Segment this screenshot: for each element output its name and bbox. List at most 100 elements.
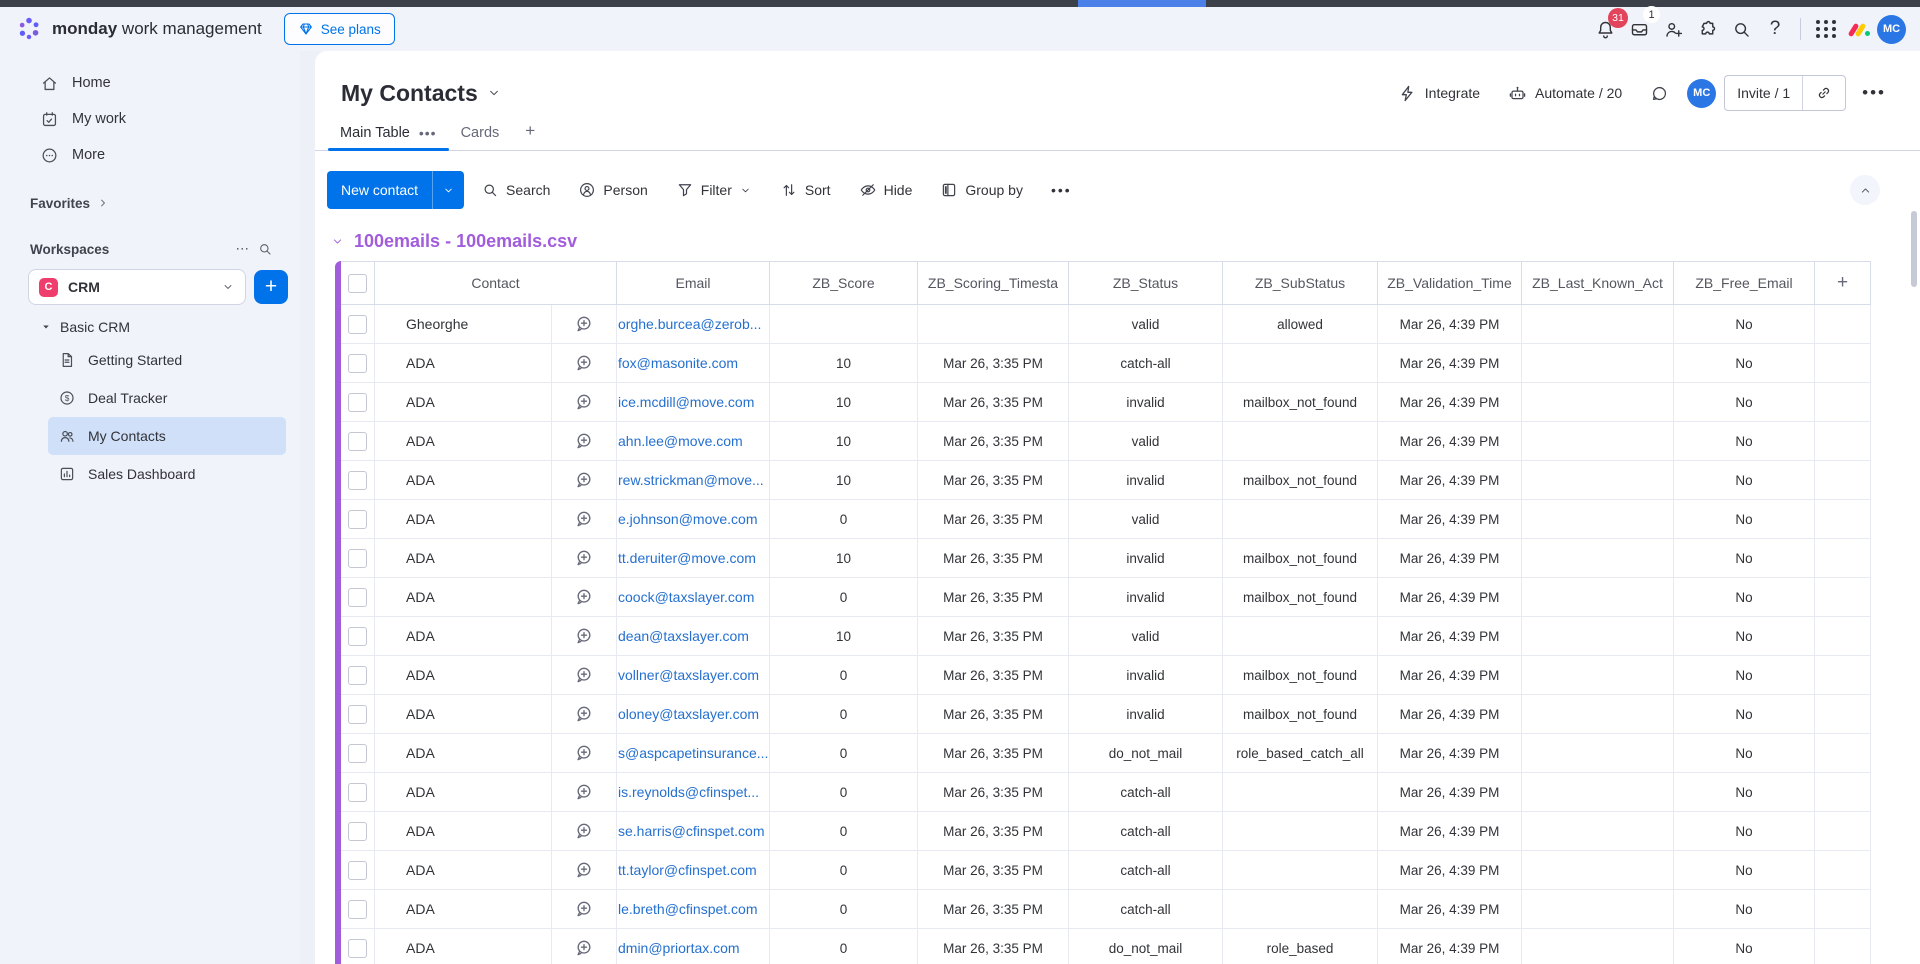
- cell-zb-scoring-timestamp[interactable]: Mar 26, 3:35 PM: [918, 851, 1069, 890]
- column-header-zb-substatus[interactable]: ZB_SubStatus: [1223, 261, 1378, 305]
- invite-button[interactable]: Invite / 1: [1725, 76, 1802, 110]
- cell-zb-scoring-timestamp[interactable]: Mar 26, 3:35 PM: [918, 656, 1069, 695]
- cell-zb-last-known-activity[interactable]: [1522, 656, 1674, 695]
- cell-zb-score[interactable]: 10: [770, 422, 918, 461]
- cell-email[interactable]: is.reynolds@cfinspet...: [617, 773, 770, 812]
- cell-zb-status[interactable]: catch-all: [1069, 890, 1223, 929]
- cell-email[interactable]: le.breth@cfinspet.com: [617, 890, 770, 929]
- row-checkbox[interactable]: [348, 861, 367, 880]
- open-item-chat-button[interactable]: [552, 422, 617, 461]
- cell-zb-validation-time[interactable]: Mar 26, 4:39 PM: [1378, 734, 1522, 773]
- cell-zb-substatus[interactable]: [1223, 617, 1378, 656]
- cell-zb-score[interactable]: 0: [770, 695, 918, 734]
- sort-button[interactable]: Sort: [769, 173, 842, 207]
- cell-zb-scoring-timestamp[interactable]: Mar 26, 3:35 PM: [918, 500, 1069, 539]
- chevron-down-icon[interactable]: [739, 184, 752, 197]
- select-all-checkbox[interactable]: [348, 274, 367, 293]
- workspaces-search-button[interactable]: [254, 238, 276, 260]
- cell-zb-score[interactable]: 0: [770, 851, 918, 890]
- integrate-button[interactable]: Integrate: [1388, 78, 1490, 109]
- workspace-selector[interactable]: C CRM: [28, 269, 246, 305]
- new-contact-button[interactable]: New contact: [327, 171, 464, 209]
- cell-zb-last-known-activity[interactable]: [1522, 539, 1674, 578]
- cell-zb-validation-time[interactable]: Mar 26, 4:39 PM: [1378, 500, 1522, 539]
- add-view-button[interactable]: +: [511, 121, 549, 150]
- cell-contact[interactable]: ADA: [375, 812, 552, 851]
- cell-email[interactable]: dean@taxslayer.com: [617, 617, 770, 656]
- user-avatar[interactable]: MC: [1877, 15, 1906, 44]
- cell-email[interactable]: fox@masonite.com: [617, 344, 770, 383]
- cell-contact[interactable]: ADA: [375, 578, 552, 617]
- cell-zb-validation-time[interactable]: Mar 26, 4:39 PM: [1378, 656, 1522, 695]
- cell-zb-score[interactable]: 10: [770, 617, 918, 656]
- cell-zb-score[interactable]: 0: [770, 656, 918, 695]
- cell-zb-scoring-timestamp[interactable]: Mar 26, 3:35 PM: [918, 890, 1069, 929]
- cell-zb-validation-time[interactable]: Mar 26, 4:39 PM: [1378, 890, 1522, 929]
- cell-zb-status[interactable]: do_not_mail: [1069, 929, 1223, 964]
- cell-zb-status[interactable]: catch-all: [1069, 812, 1223, 851]
- tab-cards[interactable]: Cards: [449, 125, 512, 150]
- sidebar-board-sales-dashboard[interactable]: Sales Dashboard: [48, 455, 286, 493]
- cell-contact[interactable]: ADA: [375, 344, 552, 383]
- open-item-chat-button[interactable]: [552, 500, 617, 539]
- row-checkbox[interactable]: [348, 744, 367, 763]
- group-by-button[interactable]: Group by: [929, 173, 1034, 207]
- cell-zb-validation-time[interactable]: Mar 26, 4:39 PM: [1378, 539, 1522, 578]
- cell-zb-status[interactable]: invalid: [1069, 461, 1223, 500]
- board-owner-avatar[interactable]: MC: [1687, 79, 1716, 108]
- cell-zb-score[interactable]: 0: [770, 500, 918, 539]
- cell-zb-substatus[interactable]: mailbox_not_found: [1223, 656, 1378, 695]
- cell-zb-scoring-timestamp[interactable]: Mar 26, 3:35 PM: [918, 617, 1069, 656]
- cell-zb-free-email[interactable]: No: [1674, 500, 1815, 539]
- cell-email[interactable]: dmin@priortax.com: [617, 929, 770, 964]
- cell-zb-last-known-activity[interactable]: [1522, 344, 1674, 383]
- new-contact-dropdown[interactable]: [432, 171, 464, 209]
- cell-zb-substatus[interactable]: [1223, 812, 1378, 851]
- row-checkbox[interactable]: [348, 432, 367, 451]
- cell-zb-last-known-activity[interactable]: [1522, 773, 1674, 812]
- cell-zb-scoring-timestamp[interactable]: Mar 26, 3:35 PM: [918, 695, 1069, 734]
- cell-contact[interactable]: ADA: [375, 734, 552, 773]
- cell-zb-scoring-timestamp[interactable]: Mar 26, 3:35 PM: [918, 422, 1069, 461]
- row-checkbox[interactable]: [348, 705, 367, 724]
- vertical-scrollbar-thumb[interactable]: [1911, 211, 1917, 287]
- cell-zb-free-email[interactable]: No: [1674, 656, 1815, 695]
- favorites-section[interactable]: Favorites: [30, 193, 290, 213]
- cell-zb-free-email[interactable]: No: [1674, 851, 1815, 890]
- cell-zb-substatus[interactable]: role_based: [1223, 929, 1378, 964]
- collapse-header-button[interactable]: [1850, 175, 1880, 205]
- cell-zb-free-email[interactable]: No: [1674, 617, 1815, 656]
- cell-email[interactable]: tt.deruiter@move.com: [617, 539, 770, 578]
- search-button[interactable]: Search: [470, 173, 561, 207]
- column-header-zb-last-known-activity[interactable]: ZB_Last_Known_Act: [1522, 261, 1674, 305]
- cell-zb-score[interactable]: 10: [770, 461, 918, 500]
- invite-members-button[interactable]: [1656, 12, 1690, 46]
- group-title[interactable]: 100emails - 100emails.csv: [354, 231, 577, 252]
- notifications-button[interactable]: 31: [1588, 12, 1622, 46]
- open-item-chat-button[interactable]: [552, 617, 617, 656]
- cell-zb-status[interactable]: catch-all: [1069, 851, 1223, 890]
- sidebar-item-my-work[interactable]: My work: [28, 101, 290, 137]
- cell-zb-validation-time[interactable]: Mar 26, 4:39 PM: [1378, 305, 1522, 344]
- cell-zb-free-email[interactable]: No: [1674, 734, 1815, 773]
- open-item-chat-button[interactable]: [552, 344, 617, 383]
- cell-contact[interactable]: ADA: [375, 461, 552, 500]
- cell-zb-last-known-activity[interactable]: [1522, 578, 1674, 617]
- cell-zb-free-email[interactable]: No: [1674, 539, 1815, 578]
- cell-zb-validation-time[interactable]: Mar 26, 4:39 PM: [1378, 812, 1522, 851]
- row-checkbox[interactable]: [348, 549, 367, 568]
- open-item-chat-button[interactable]: [552, 539, 617, 578]
- open-item-chat-button[interactable]: [552, 890, 617, 929]
- cell-zb-free-email[interactable]: No: [1674, 383, 1815, 422]
- cell-zb-scoring-timestamp[interactable]: Mar 26, 3:35 PM: [918, 773, 1069, 812]
- cell-zb-substatus[interactable]: [1223, 890, 1378, 929]
- cell-zb-last-known-activity[interactable]: [1522, 422, 1674, 461]
- add-workspace-item-button[interactable]: +: [254, 270, 288, 304]
- cell-contact[interactable]: ADA: [375, 695, 552, 734]
- cell-zb-last-known-activity[interactable]: [1522, 695, 1674, 734]
- add-column-button[interactable]: +: [1815, 261, 1871, 305]
- open-item-chat-button[interactable]: [552, 773, 617, 812]
- cell-contact[interactable]: ADA: [375, 422, 552, 461]
- cell-zb-validation-time[interactable]: Mar 26, 4:39 PM: [1378, 422, 1522, 461]
- cell-zb-scoring-timestamp[interactable]: Mar 26, 3:35 PM: [918, 539, 1069, 578]
